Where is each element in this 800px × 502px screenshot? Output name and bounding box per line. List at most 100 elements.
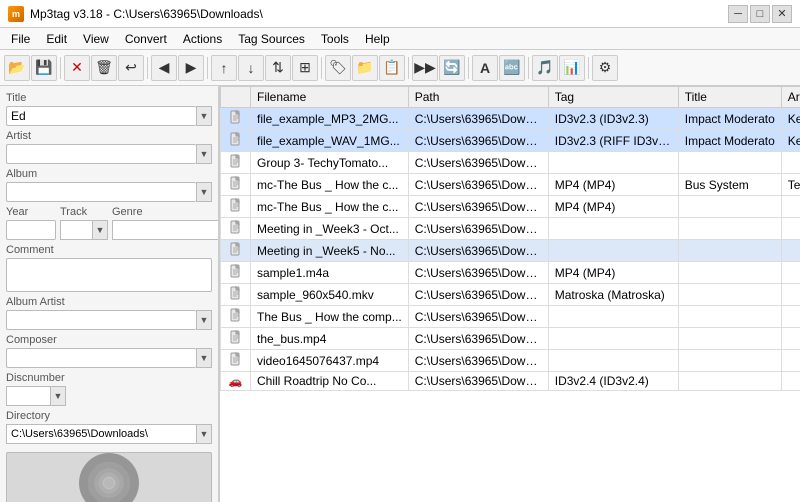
album-artist-input[interactable] bbox=[6, 310, 196, 330]
row-cell-artist bbox=[781, 284, 800, 306]
sort-btn[interactable]: ⇅ bbox=[265, 55, 291, 81]
music-file-icon bbox=[229, 203, 243, 215]
discnumber-dropdown-arrow[interactable]: ▼ bbox=[50, 386, 66, 406]
toolbar-separator bbox=[408, 57, 409, 79]
table-row[interactable]: file_example_MP3_2MG...C:\Users\63965\Do… bbox=[221, 108, 800, 130]
row-icon-cell: 🚗 bbox=[221, 372, 251, 391]
discnumber-input-wrap: ▼ bbox=[6, 386, 66, 406]
remove-btn[interactable]: 🗑 bbox=[91, 55, 117, 81]
row-cell-tag: ID3v2.4 (ID3v2.4) bbox=[548, 372, 678, 391]
composer-label: Composer bbox=[6, 334, 212, 346]
minimize-button[interactable]: ─ bbox=[728, 5, 748, 23]
artist-label: Artist bbox=[6, 130, 212, 142]
menu-item-view[interactable]: View bbox=[76, 29, 116, 49]
row-cell-title bbox=[678, 196, 781, 218]
genre-input[interactable] bbox=[112, 220, 220, 240]
title-dropdown-arrow[interactable]: ▼ bbox=[196, 106, 212, 126]
audio-btn[interactable]: 🎵 bbox=[532, 55, 558, 81]
directory-dropdown-arrow[interactable]: ▼ bbox=[196, 424, 212, 444]
stats-btn[interactable]: 📊 bbox=[559, 55, 585, 81]
menu-item-actions[interactable]: Actions bbox=[176, 29, 229, 49]
track-input-wrap: ▼ bbox=[60, 220, 108, 240]
maximize-button[interactable]: □ bbox=[750, 5, 770, 23]
menu-item-tag-sources[interactable]: Tag Sources bbox=[231, 29, 312, 49]
tag-rename-btn[interactable]: 🏷 bbox=[325, 55, 351, 81]
open-folder-btn[interactable]: 📂 bbox=[4, 55, 30, 81]
menu-item-help[interactable]: Help bbox=[358, 29, 397, 49]
undo-btn[interactable]: ↩ bbox=[118, 55, 144, 81]
track-input[interactable] bbox=[60, 220, 92, 240]
menu-item-tools[interactable]: Tools bbox=[314, 29, 356, 49]
title-text: Mp3tag v3.18 - C:\Users\63965\Downloads\ bbox=[30, 7, 263, 21]
prev-btn[interactable]: ◀ bbox=[151, 55, 177, 81]
col-header-title[interactable]: Title bbox=[678, 87, 781, 108]
moveup-btn[interactable]: ↑ bbox=[211, 55, 237, 81]
row-cell-path: C:\Users\63965\Downloa... bbox=[408, 350, 548, 372]
row-cell-filename: mc-The Bus _ How the c... bbox=[251, 196, 409, 218]
row-icon-cell bbox=[221, 306, 251, 328]
row-cell-tag: ID3v2.3 (ID3v2.3) bbox=[548, 108, 678, 130]
music-file-icon bbox=[229, 357, 243, 369]
album-artist-label: Album Artist bbox=[6, 296, 212, 308]
row-cell-tag: ID3v2.3 (RIFF ID3v2.3) bbox=[548, 130, 678, 152]
view-btn[interactable]: ⊞ bbox=[292, 55, 318, 81]
directory-label: Directory bbox=[6, 410, 212, 422]
composer-dropdown-arrow[interactable]: ▼ bbox=[196, 348, 212, 368]
menu-item-file[interactable]: File bbox=[4, 29, 37, 49]
tag-source-btn[interactable]: A bbox=[472, 55, 498, 81]
table-row[interactable]: file_example_WAV_1MG...C:\Users\63965\Do… bbox=[221, 130, 800, 152]
genre-field: Genre ▼ bbox=[112, 206, 220, 240]
row-cell-path: C:\Users\63965\Downloa... bbox=[408, 372, 548, 391]
col-header-artist[interactable]: Artist bbox=[781, 87, 800, 108]
table-row[interactable]: Group 3- TechyTomato...C:\Users\63965\Do… bbox=[221, 152, 800, 174]
table-row[interactable]: Meeting in _Week3 - Oct...C:\Users\63965… bbox=[221, 218, 800, 240]
album-dropdown-arrow[interactable]: ▼ bbox=[196, 182, 212, 202]
directory-input[interactable] bbox=[6, 424, 196, 444]
col-header-path[interactable]: Path bbox=[408, 87, 548, 108]
menu-item-convert[interactable]: Convert bbox=[118, 29, 174, 49]
playlist-btn[interactable]: 📋 bbox=[379, 55, 405, 81]
folder-rename-btn[interactable]: 📁 bbox=[352, 55, 378, 81]
comment-input[interactable] bbox=[6, 258, 212, 292]
convert-btn[interactable]: 🔄 bbox=[439, 55, 465, 81]
table-row[interactable]: video1645076437.mp4C:\Users\63965\Downlo… bbox=[221, 350, 800, 372]
col-header-tag[interactable]: Tag bbox=[548, 87, 678, 108]
table-row[interactable]: the_bus.mp4C:\Users\63965\Downloa... bbox=[221, 328, 800, 350]
row-cell-title bbox=[678, 328, 781, 350]
row-cell-tag: Matroska (Matroska) bbox=[548, 284, 678, 306]
row-cell-filename: Meeting in _Week5 - No... bbox=[251, 240, 409, 262]
table-row[interactable]: mc-The Bus _ How the c...C:\Users\63965\… bbox=[221, 174, 800, 196]
table-row[interactable]: The Bus _ How the comp...C:\Users\63965\… bbox=[221, 306, 800, 328]
settings-btn[interactable]: ⚙ bbox=[592, 55, 618, 81]
text-btn[interactable]: 🔤 bbox=[499, 55, 525, 81]
menu-bar: FileEditViewConvertActionsTag SourcesToo… bbox=[0, 28, 800, 50]
menu-item-edit[interactable]: Edit bbox=[39, 29, 74, 49]
table-row[interactable]: sample1.m4aC:\Users\63965\Downloa...MP4 … bbox=[221, 262, 800, 284]
table-row[interactable]: 🚗Chill Roadtrip No Co...C:\Users\63965\D… bbox=[221, 372, 800, 391]
table-row[interactable]: mc-The Bus _ How the c...C:\Users\63965\… bbox=[221, 196, 800, 218]
row-cell-filename: sample_960x540.mkv bbox=[251, 284, 409, 306]
composer-input[interactable] bbox=[6, 348, 196, 368]
actions-quick-btn[interactable]: ▶▶ bbox=[412, 55, 438, 81]
row-cell-tag bbox=[548, 350, 678, 372]
table-row[interactable]: Meeting in _Week5 - No...C:\Users\63965\… bbox=[221, 240, 800, 262]
row-cell-filename: Group 3- TechyTomato... bbox=[251, 152, 409, 174]
album-input[interactable] bbox=[6, 182, 196, 202]
artist-input[interactable] bbox=[6, 144, 196, 164]
next-btn[interactable]: ▶ bbox=[178, 55, 204, 81]
row-icon-cell bbox=[221, 130, 251, 152]
close-button[interactable]: ✕ bbox=[772, 5, 792, 23]
composer-input-wrap: ▼ bbox=[6, 348, 212, 368]
year-input[interactable] bbox=[6, 220, 56, 240]
row-cell-title bbox=[678, 306, 781, 328]
artist-dropdown-arrow[interactable]: ▼ bbox=[196, 144, 212, 164]
col-header-filename[interactable]: Filename bbox=[251, 87, 409, 108]
track-dropdown-arrow[interactable]: ▼ bbox=[92, 220, 108, 240]
title-input[interactable] bbox=[6, 106, 196, 126]
discnumber-input[interactable] bbox=[6, 386, 50, 406]
album-artist-dropdown-arrow[interactable]: ▼ bbox=[196, 310, 212, 330]
movedown-btn[interactable]: ↓ bbox=[238, 55, 264, 81]
table-row[interactable]: sample_960x540.mkvC:\Users\63965\Downloa… bbox=[221, 284, 800, 306]
save-btn[interactable]: 💾 bbox=[31, 55, 57, 81]
delete-btn[interactable]: ✕ bbox=[64, 55, 90, 81]
